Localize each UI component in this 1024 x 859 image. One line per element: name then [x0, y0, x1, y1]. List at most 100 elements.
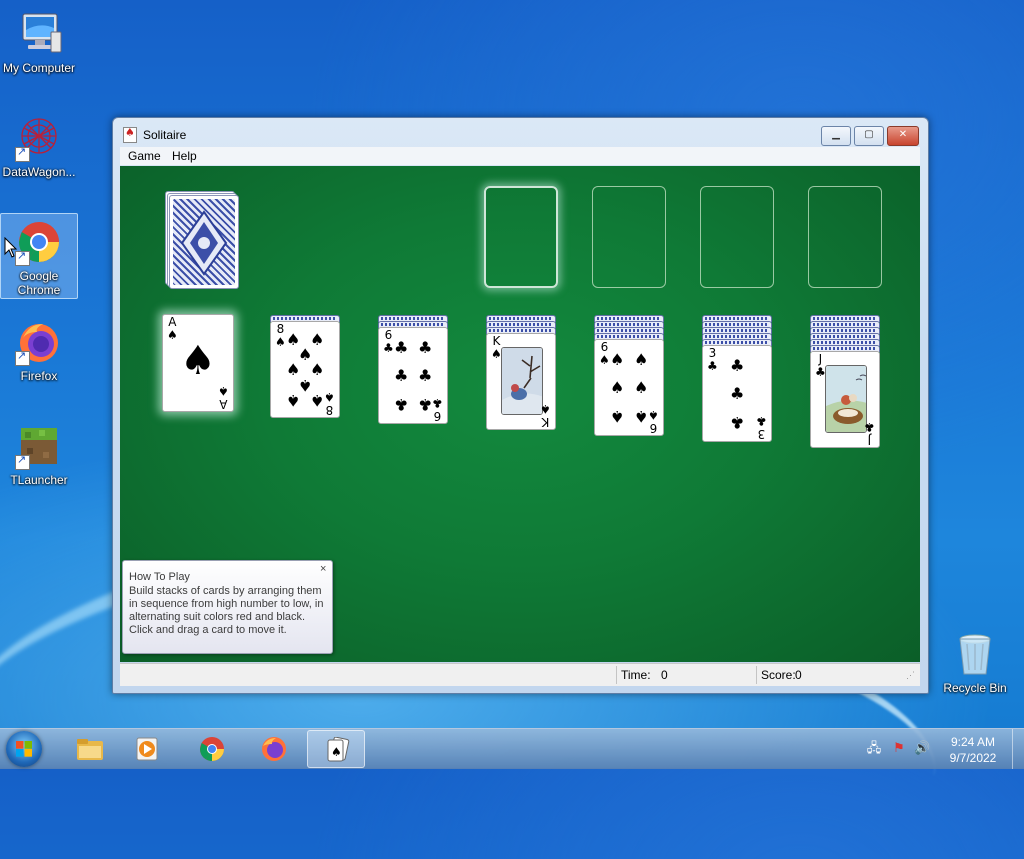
volume-icon[interactable]: 🔊: [914, 741, 930, 757]
card-ace-of-spades[interactable]: A ♠ ♠ A ♠: [162, 314, 234, 412]
spade-icon: ♠: [310, 330, 325, 349]
card-suit-text: ♣: [383, 341, 394, 355]
card-rank-text: 3: [708, 346, 717, 360]
card-rank: A ♠: [167, 316, 178, 342]
desktop-icon-label: DataWagon...: [2, 165, 76, 179]
desktop-icon-label: Firefox: [20, 369, 58, 383]
svg-text:♠: ♠: [331, 745, 342, 759]
card-suit-text: ♠: [648, 408, 659, 422]
spade-icon: ♠: [286, 391, 301, 410]
card-suit-text: ♠: [275, 335, 286, 349]
card-rank-text: 8: [276, 322, 285, 336]
club-icon: ♣: [418, 338, 433, 357]
card-rank-text: K: [541, 415, 550, 429]
club-icon: ♣: [394, 395, 409, 414]
score-value: 0: [795, 668, 802, 682]
taskbar-media-player[interactable]: [119, 730, 177, 768]
resize-grip-icon[interactable]: ⋰: [906, 670, 915, 681]
foundation-slot[interactable]: [592, 186, 666, 288]
taskbar-chrome[interactable]: [183, 730, 241, 768]
desktop-icon-label: TLauncher: [10, 473, 68, 487]
taskbar: ♠ 🖧 ⚑ 🔊 9:24 AM 9/7/2022: [0, 728, 1024, 769]
firefox-icon: [15, 318, 63, 366]
show-desktop-button[interactable]: [1012, 729, 1024, 769]
card-rank-text: 8: [325, 403, 334, 417]
card-rank: 6 ♣: [383, 329, 394, 355]
card-suit-text: ♠: [167, 328, 178, 342]
card-king-of-spades[interactable]: K ♠ K ♠: [486, 333, 556, 430]
how-to-play-heading: How To Play: [129, 571, 190, 583]
how-to-play-tooltip: How To Play Build stacks of cards by arr…: [122, 560, 333, 654]
taskbar-solitaire[interactable]: ♠: [307, 730, 365, 768]
close-button[interactable]: ✕: [887, 126, 919, 146]
time-label: Time:: [621, 668, 651, 682]
computer-icon: [15, 10, 63, 58]
card-rank: 6 ♣: [432, 396, 443, 423]
chrome-icon: [15, 218, 63, 266]
recycle-bin-icon: [951, 630, 999, 678]
card-rank-text: A: [168, 315, 177, 329]
spade-icon: ♠: [610, 407, 625, 426]
foundation-slot[interactable]: [484, 186, 558, 288]
shortcut-arrow-icon: [15, 349, 30, 366]
card-3-of-clubs[interactable]: 3 ♣ ♣ ♣ ♣ 3 ♣: [702, 345, 772, 442]
taskbar-firefox[interactable]: [245, 730, 303, 768]
card-rank: A ♠: [218, 384, 229, 411]
menu-game[interactable]: Game: [128, 149, 161, 163]
spade-icon: ♠: [634, 407, 649, 426]
network-icon[interactable]: 🖧: [866, 741, 882, 757]
shortcut-arrow-icon: [15, 145, 30, 162]
taskbar-clock[interactable]: 9:24 AM 9/7/2022: [940, 734, 1006, 766]
solitaire-icon: ♠: [327, 737, 350, 762]
spade-icon: ♠: [610, 350, 625, 369]
card-rank: K ♠: [540, 402, 551, 429]
menu-help[interactable]: Help: [172, 149, 197, 163]
tooltip-close-button[interactable]: ×: [320, 563, 326, 575]
club-icon: ♣: [730, 413, 745, 432]
card-suit-text: ♣: [756, 414, 767, 428]
card-rank-text: 6: [384, 328, 393, 342]
minimize-button[interactable]: ▁: [821, 126, 851, 146]
desktop-icon-datawagon[interactable]: DataWagon...: [1, 110, 77, 179]
status-separator: [756, 666, 757, 684]
card-rank-text: 6: [600, 340, 609, 354]
club-icon: ♣: [418, 395, 433, 414]
spade-icon: ♠: [610, 378, 625, 397]
card-suit-text: ♠: [324, 390, 335, 404]
card-6-of-spades[interactable]: 6 ♠ ♠ ♠ ♠ ♠ ♠ ♠ 6 ♠: [594, 339, 664, 436]
club-icon: ♣: [394, 338, 409, 357]
club-icon: ♣: [730, 356, 745, 375]
desktop-icon-my-computer[interactable]: My Computer: [1, 6, 77, 75]
club-icon: ♣: [730, 384, 745, 403]
card-rank-text: 6: [649, 421, 658, 435]
card-jack-of-clubs[interactable]: J ♣ J ♣: [810, 351, 880, 448]
spade-icon: ♠: [310, 391, 325, 410]
desktop-icon-firefox[interactable]: Firefox: [1, 314, 77, 383]
foundation-slot[interactable]: [700, 186, 774, 288]
card-8-of-spades[interactable]: 8 ♠ ♠ ♠ ♠ ♠ ♠ ♠ ♠ ♠ 8 ♠: [270, 321, 340, 418]
score-label: Score:: [761, 668, 796, 682]
taskbar-explorer[interactable]: [61, 730, 119, 768]
clock-time: 9:24 AM: [950, 735, 996, 749]
firefox-icon: [262, 737, 286, 761]
card-suit-text: ♠: [540, 402, 551, 416]
time-value: 0: [661, 668, 668, 682]
spade-icon: ♠: [634, 350, 649, 369]
action-center-flag-icon[interactable]: ⚑: [891, 741, 907, 757]
card-6-of-clubs[interactable]: 6 ♣ ♣ ♣ ♣ ♣ ♣ ♣ 6 ♣: [378, 327, 448, 424]
card-rank-text: A: [219, 397, 228, 411]
card-suit-text: ♣: [864, 420, 875, 434]
card-rank: 8 ♠: [324, 390, 335, 417]
start-button[interactable]: [6, 731, 42, 767]
stock-pile[interactable]: [169, 195, 239, 289]
card-back-design-icon: [180, 210, 228, 276]
title-bar[interactable]: Solitaire ▁ ▢ ✕: [113, 118, 928, 148]
desktop-icon-label: Recycle Bin: [943, 681, 1007, 695]
foundation-slot[interactable]: [808, 186, 882, 288]
jack-face-art: [825, 365, 867, 433]
maximize-button[interactable]: ▢: [854, 126, 884, 146]
desktop-icon-tlauncher[interactable]: TLauncher: [1, 418, 77, 487]
card-suit-text: ♣: [707, 359, 718, 373]
desktop-icon-recycle-bin[interactable]: Recycle Bin: [937, 626, 1013, 695]
spade-icon: ♠: [180, 338, 216, 384]
